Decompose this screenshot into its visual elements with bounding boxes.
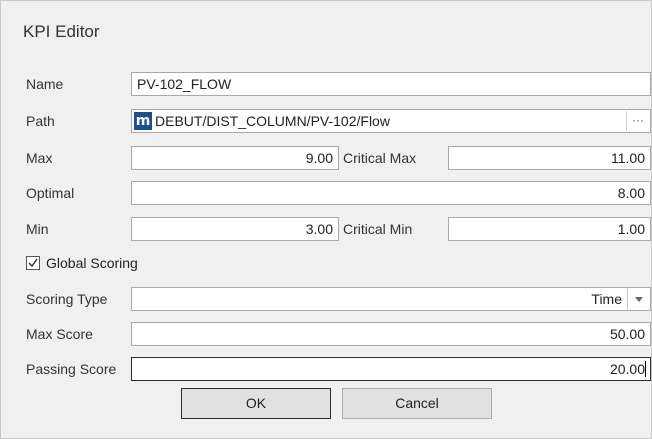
max-score-input[interactable]: 50.00 — [131, 322, 651, 346]
dialog-title: KPI Editor — [23, 22, 100, 41]
max-input[interactable]: 9.00 — [131, 146, 339, 170]
kpi-editor-dialog: KPI Editor Name PV-102_FLOW Path m DEBUT… — [0, 0, 652, 439]
cancel-button[interactable]: Cancel — [342, 388, 492, 419]
passing-score-input[interactable]: 20.00 — [131, 357, 651, 381]
min-value: 3.00 — [305, 221, 333, 237]
critical-max-input[interactable]: 11.00 — [448, 146, 651, 170]
name-input[interactable]: PV-102_FLOW — [131, 72, 651, 96]
critical-max-label: Critical Max — [343, 150, 417, 166]
critical-max-value: 11.00 — [611, 150, 645, 166]
global-scoring-label: Global Scoring — [46, 255, 138, 271]
critical-min-value: 1.00 — [617, 221, 645, 237]
dropdown-arrow-icon[interactable] — [627, 288, 650, 310]
max-value: 9.00 — [305, 150, 333, 166]
passing-score-value: 20.00 — [609, 361, 645, 377]
path-input[interactable]: m DEBUT/DIST_COLUMN/PV-102/Flow ··· — [131, 109, 651, 133]
path-label: Path — [26, 113, 55, 129]
optimal-value: 8.00 — [617, 185, 645, 201]
name-label: Name — [26, 76, 64, 92]
scoring-type-label: Scoring Type — [26, 291, 108, 307]
name-value: PV-102_FLOW — [137, 76, 232, 92]
min-label: Min — [26, 221, 49, 237]
path-value: DEBUT/DIST_COLUMN/PV-102/Flow — [155, 113, 390, 129]
checkmark-icon — [28, 258, 38, 268]
critical-min-label: Critical Min — [343, 221, 413, 237]
min-input[interactable]: 3.00 — [131, 217, 339, 241]
max-score-value: 50.00 — [609, 326, 645, 342]
scoring-type-select[interactable]: Time — [131, 287, 651, 311]
optimal-label: Optimal — [26, 185, 75, 201]
max-score-label: Max Score — [26, 326, 93, 342]
max-label: Max — [26, 150, 53, 166]
passing-score-label: Passing Score — [26, 361, 117, 377]
text-caret — [645, 361, 646, 377]
browse-path-button[interactable]: ··· — [626, 111, 649, 131]
global-scoring-checkbox[interactable] — [26, 256, 40, 270]
ok-button[interactable]: OK — [181, 388, 331, 419]
optimal-input[interactable]: 8.00 — [131, 181, 651, 205]
scoring-type-value: Time — [591, 291, 622, 307]
critical-min-input[interactable]: 1.00 — [448, 217, 651, 241]
app-logo-icon: m — [134, 112, 152, 130]
